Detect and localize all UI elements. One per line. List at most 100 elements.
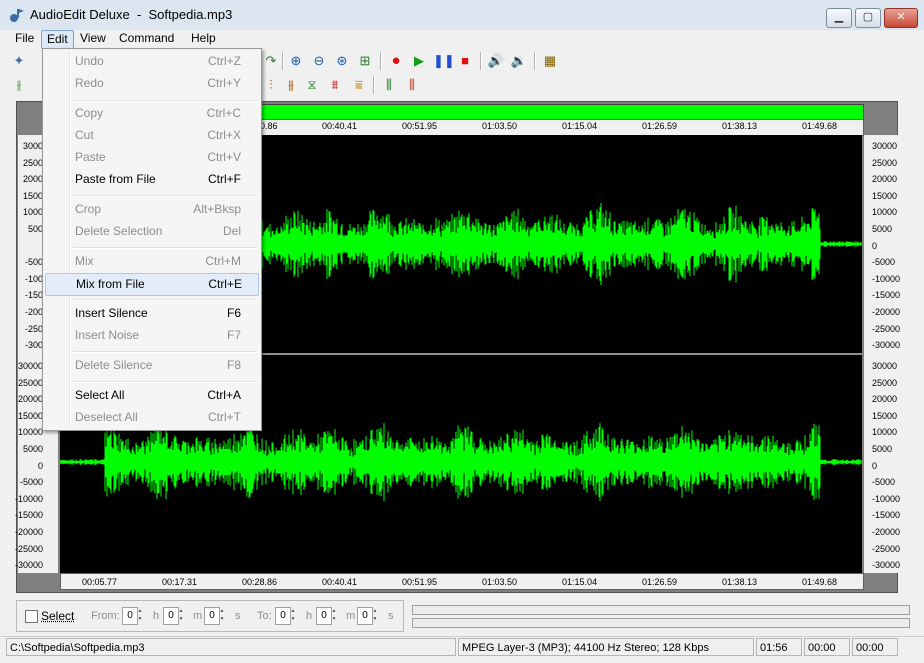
- amplitude-label-left: 1000: [22, 207, 43, 218]
- menu-item-shortcut: Ctrl+E: [208, 277, 242, 291]
- from-hours-field[interactable]: 0: [122, 607, 138, 625]
- stop-icon[interactable]: ■: [456, 52, 474, 70]
- menu-item-shortcut: Alt+Bksp: [193, 202, 241, 216]
- toolbar-separator: [380, 52, 382, 70]
- select-checkbox[interactable]: [25, 610, 38, 623]
- zoom-out-icon[interactable]: ⊖: [310, 52, 328, 70]
- status-length: 01:56: [756, 638, 802, 656]
- zoom-in-icon[interactable]: ⊕: [287, 52, 305, 70]
- from-hours-spinner[interactable]: ▲ ▼: [137, 607, 143, 623]
- menu-item-shortcut: Ctrl+Z: [208, 54, 241, 68]
- volume-settings-icon[interactable]: 🔉: [510, 52, 528, 70]
- menu-item-shortcut: Ctrl+M: [205, 254, 241, 268]
- to-minutes-spinner[interactable]: ▲ ▼: [331, 607, 337, 623]
- to-label: To:: [257, 610, 272, 622]
- play-icon[interactable]: ▶: [410, 52, 428, 70]
- to-hours-spinner[interactable]: ▲ ▼: [290, 607, 296, 623]
- menu-bar: File Edit View Command Help: [0, 30, 924, 49]
- toolbar-separator: [373, 76, 375, 94]
- menu-item-shortcut: Ctrl+Y: [207, 76, 241, 90]
- reverse-icon[interactable]: ⧖: [303, 76, 321, 94]
- ruler-label: 00:51.95: [402, 577, 438, 587]
- menu-item-paste-from-file[interactable]: Paste from File Ctrl+F: [45, 169, 257, 190]
- amplitude-label-right: -25000: [872, 543, 901, 554]
- from-minutes-field[interactable]: 0: [163, 607, 179, 625]
- menu-separator: [73, 381, 257, 383]
- m-label: m: [193, 610, 203, 622]
- to-hours-field[interactable]: 0: [275, 607, 291, 625]
- record-icon[interactable]: ●: [387, 52, 405, 70]
- amplitude-label-right: -15000: [872, 290, 901, 301]
- menu-edit[interactable]: Edit: [41, 30, 74, 49]
- zoom-fit-icon[interactable]: ⊞: [356, 52, 374, 70]
- menu-item-insert-silence[interactable]: Insert Silence F6: [45, 303, 257, 324]
- amplitude-label-left: -250: [24, 323, 43, 334]
- new-icon[interactable]: ✦: [10, 52, 28, 70]
- maximize-button[interactable]: ▢: [855, 8, 881, 28]
- menu-separator: [73, 299, 257, 301]
- menu-item-label: Redo: [75, 76, 104, 90]
- fade-in-icon[interactable]: ⫶: [262, 76, 280, 94]
- menu-command[interactable]: Command: [114, 30, 179, 47]
- split-left-icon[interactable]: ⫼: [380, 76, 398, 94]
- ruler-label: 01:38.13: [722, 577, 758, 587]
- redo-icon[interactable]: ↷: [262, 52, 280, 70]
- ruler-label: 00:51.95: [402, 121, 438, 131]
- normalize-icon[interactable]: ⫲: [10, 76, 28, 94]
- menu-item-label: Delete Selection: [75, 224, 163, 238]
- amplitude-label-right: 10000: [872, 207, 898, 218]
- menu-item-shortcut: Ctrl+X: [207, 128, 241, 142]
- menu-item-deselect-all[interactable]: Deselect All Ctrl+T: [45, 407, 257, 428]
- from-seconds-spinner[interactable]: ▲ ▼: [219, 607, 225, 623]
- level-meter-right: [412, 618, 910, 628]
- amplitude-label-right: -10000: [872, 493, 901, 504]
- menu-help[interactable]: Help: [186, 30, 221, 47]
- split-right-icon[interactable]: ⫼: [403, 76, 421, 94]
- menu-item-mix-from-file[interactable]: Mix from File Ctrl+E: [45, 273, 259, 296]
- menu-item-insert-noise[interactable]: Insert Noise F7: [45, 325, 257, 346]
- menu-item-select-all[interactable]: Select All Ctrl+A: [45, 385, 257, 406]
- amplitude-label-right: 30000: [872, 141, 898, 151]
- pause-icon[interactable]: ❚❚: [433, 52, 455, 70]
- menu-item-label: Paste: [75, 150, 106, 164]
- menu-item-cut[interactable]: Cut Ctrl+X: [45, 125, 257, 146]
- amplitude-label-left: 2000: [22, 174, 43, 185]
- amplitude-label-left: -300: [24, 340, 43, 351]
- from-seconds-field[interactable]: 0: [204, 607, 220, 625]
- menu-item-copy[interactable]: Copy Ctrl+C: [45, 103, 257, 124]
- status-position: 00:00: [804, 638, 850, 656]
- menu-item-delete-silence[interactable]: Delete Silence F8: [45, 355, 257, 376]
- effects-icon[interactable]: ▦: [541, 52, 559, 70]
- fade-out-icon[interactable]: ⫵: [282, 76, 300, 94]
- menu-item-shortcut: F7: [226, 328, 241, 342]
- close-button[interactable]: ✕: [884, 8, 918, 28]
- select-label: Select: [41, 609, 75, 623]
- amplitude-label-left: 10000: [17, 427, 43, 438]
- title-bar: AudioEdit Deluxe - Softpedia.mp3 ▁ ▢ ✕: [0, 0, 924, 31]
- menu-separator: [73, 351, 257, 353]
- menu-item-mix[interactable]: Mix Ctrl+M: [45, 251, 257, 272]
- amplitude-label-left: -25000: [14, 543, 43, 554]
- menu-item-label: Delete Silence: [75, 358, 153, 372]
- to-seconds-field[interactable]: 0: [357, 607, 373, 625]
- menu-item-label: Paste from File: [75, 172, 156, 186]
- volume-icon[interactable]: 🔊: [487, 52, 505, 70]
- zoom-selection-icon[interactable]: ⊛: [333, 52, 351, 70]
- amplitude-label-right: 5000: [872, 444, 893, 454]
- menu-view[interactable]: View: [75, 30, 111, 47]
- to-minutes-field[interactable]: 0: [316, 607, 332, 625]
- menu-file[interactable]: File: [10, 30, 39, 47]
- menu-item-undo[interactable]: Undo Ctrl+Z: [45, 51, 257, 72]
- to-seconds-spinner[interactable]: ▲ ▼: [372, 607, 378, 623]
- menu-item-redo[interactable]: Redo Ctrl+Y: [45, 73, 257, 94]
- menu-item-paste[interactable]: Paste Ctrl+V: [45, 147, 257, 168]
- amplitude-label-right: -30000: [872, 340, 901, 351]
- menu-item-crop[interactable]: Crop Alt+Bksp: [45, 199, 257, 220]
- minimize-button[interactable]: ▁: [826, 8, 852, 28]
- amplify-icon[interactable]: ⩩: [326, 76, 344, 94]
- status-file-path: C:\Softpedia\Softpedia.mp3: [6, 638, 456, 656]
- echo-icon[interactable]: ⩸: [350, 76, 368, 94]
- from-minutes-spinner[interactable]: ▲ ▼: [178, 607, 184, 623]
- menu-item-delete-selection[interactable]: Delete Selection Del: [45, 221, 257, 242]
- amplitude-label-left: 3000: [22, 141, 43, 151]
